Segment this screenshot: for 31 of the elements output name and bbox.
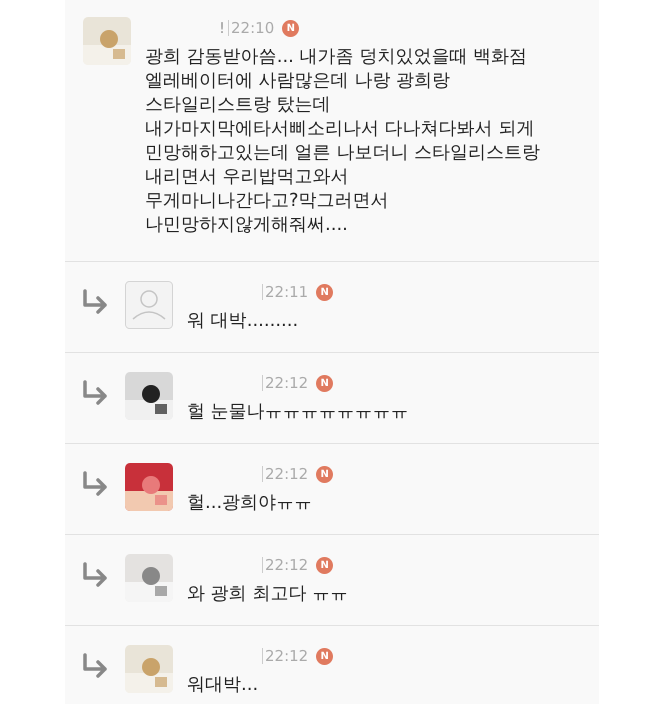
comment-text: 내가마지막에타서삐소리나서 다나쳐다봐서 되게 bbox=[145, 117, 534, 141]
comment-text: 내리면서 우리밥먹고와서 bbox=[145, 165, 349, 189]
new-badge: N bbox=[316, 556, 334, 574]
comment-time: 22:12 bbox=[265, 465, 308, 483]
comment-time: 22:12 bbox=[265, 556, 308, 574]
comment-text: 워대박... bbox=[187, 673, 258, 697]
new-badge: N bbox=[316, 284, 334, 300]
comment-text: 워 대박......... bbox=[187, 309, 298, 333]
comment-text: 스타일리스트랑 탔는데 bbox=[145, 93, 331, 117]
new-badge: N bbox=[316, 648, 334, 664]
comment-time: 22:10 bbox=[231, 19, 274, 37]
comment-text: 와 광희 최고다 ㅠㅠ bbox=[187, 582, 348, 606]
comment-text: 헐...광희야ㅠㅠ bbox=[187, 491, 312, 515]
comment-text: 광희 감동받아씀... 내가좀 덩치있었을때 백화점 bbox=[145, 45, 528, 69]
comment-text: 헐 눈물나ㅠㅠㅠㅠㅠㅠㅠㅠ bbox=[187, 400, 409, 424]
new-badge: N bbox=[316, 374, 334, 392]
comment-time: 22:12 bbox=[265, 647, 308, 665]
comment-time: 22:12 bbox=[265, 374, 308, 392]
reply-arrow-icon bbox=[81, 471, 109, 497]
comment-text: 민망해하고있는데 얼른 나보더니 스타일리스트랑 bbox=[145, 141, 540, 165]
comment-text: 엘레베이터에 사람많은데 나랑 광희랑 bbox=[145, 69, 450, 93]
reply-arrow-icon bbox=[81, 289, 109, 315]
new-badge: N bbox=[316, 466, 334, 482]
comment-text: 나민망하지않게해줘써.... bbox=[145, 213, 348, 237]
comment-time: 22:11 bbox=[265, 283, 308, 301]
comment-text: 무게마니나간다고?막그러면서 bbox=[145, 189, 389, 213]
author-name: ! bbox=[219, 19, 226, 37]
reply-arrow-icon bbox=[81, 562, 109, 588]
reply-arrow-icon bbox=[81, 380, 109, 406]
reply-arrow-icon bbox=[81, 653, 109, 679]
new-badge: N bbox=[282, 20, 300, 36]
